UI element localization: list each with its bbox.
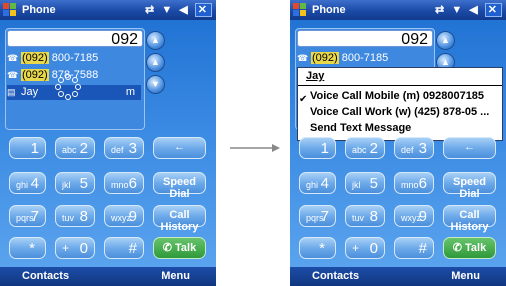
talk-button[interactable]: ✆ Talk [443,237,496,259]
key-4[interactable]: ghi 4 [9,172,46,194]
menu-softkey[interactable]: Menu [161,270,190,282]
key-7[interactable]: pqrs 7 [299,205,336,227]
backspace-button[interactable]: ← [153,137,206,159]
status-icons[interactable]: ⇄ ▼ ◀ ✕ [145,3,212,17]
scroll-up-icon[interactable]: ▲ [436,31,455,50]
phone-screen-after: Phone ⇄ ▼ ◀ ✕ 092 ▲ ▲ ☎ (092) 800-7185 Ja… [290,0,506,286]
phone-entry-icon: ☎ [7,70,19,80]
contacts-softkey[interactable]: Contacts [312,270,359,282]
phone-screen-before: Phone ⇄ ▼ ◀ ✕ 092 ▲ ▲ ▼ ☎ (092) 800-7185 … [0,0,216,286]
key-1[interactable]: 1 [299,137,336,159]
list-item[interactable]: ☎ (092) 878-7588 [7,68,98,83]
contacts-softkey[interactable]: Contacts [22,270,69,282]
phone-entry-icon: ☎ [7,53,19,63]
key-5[interactable]: jkl 5 [55,172,95,194]
check-icon: ✔ [299,94,308,105]
menu-item-send-text-message[interactable]: Send Text Message [310,122,411,134]
call-history-button[interactable]: Call History [443,205,496,233]
page-up-icon[interactable]: ▲ [146,53,165,72]
key-0[interactable]: +0 [55,237,95,259]
app-title: Phone [312,4,346,16]
key-6[interactable]: mno 6 [394,172,434,194]
phone-icon: ✆ [162,242,176,254]
key-2[interactable]: abc 2 [345,137,385,159]
page-down-icon[interactable]: ▼ [146,75,165,94]
menu-separator [298,85,502,86]
contact-card-icon: ▤ [7,87,16,97]
scroll-up-icon[interactable]: ▲ [146,31,165,50]
status-icons[interactable]: ⇄ ▼ ◀ ✕ [435,3,502,17]
key-8[interactable]: tuv 8 [345,205,385,227]
transition-arrow-icon [230,144,280,152]
list-item[interactable]: ☎ (092) 800-7185 [297,51,388,66]
key-hash[interactable]: # [104,237,144,259]
talk-button[interactable]: ✆ Talk [153,237,206,259]
key-8[interactable]: tuv 8 [55,205,95,227]
start-logo-icon[interactable] [3,3,17,17]
speed-dial-button[interactable]: Speed Dial [443,172,496,200]
close-icon[interactable]: ✕ [484,3,502,17]
tap-and-hold-indicator [55,74,81,100]
speed-dial-button[interactable]: Speed Dial [153,172,206,200]
key-0[interactable]: +0 [345,237,385,259]
dialed-number-field[interactable]: 092 [297,30,433,48]
key-1[interactable]: 1 [9,137,46,159]
menu-item-voice-call-mobile[interactable]: Voice Call Mobile (m) 0928007185 [310,90,484,102]
title-bar: Phone ⇄ ▼ ◀ ✕ [290,0,506,20]
key-2[interactable]: abc 2 [55,137,95,159]
key-hash[interactable]: # [394,237,434,259]
app-title: Phone [22,4,56,16]
title-bar: Phone ⇄ ▼ ◀ ✕ [0,0,216,20]
phone-entry-icon: ☎ [297,53,309,63]
key-3[interactable]: def 3 [394,137,434,159]
key-star[interactable]: * [299,237,336,259]
key-7[interactable]: pqrs 7 [9,205,46,227]
list-item[interactable]: ☎ (092) 800-7185 [7,51,98,66]
call-history-button[interactable]: Call History [153,205,206,233]
phone-icon: ✆ [452,242,466,254]
dialed-number-field[interactable]: 092 [7,30,143,48]
start-logo-icon[interactable] [293,3,307,17]
key-9[interactable]: wxyz 9 [104,205,144,227]
menu-header-contact[interactable]: Jay [298,70,502,84]
menu-item-voice-call-work[interactable]: Voice Call Work (w) (425) 878-05 ... [310,106,489,118]
softkey-bar: Contacts Menu [0,267,216,286]
key-3[interactable]: def 3 [104,137,144,159]
context-menu: Jay ✔ Voice Call Mobile (m) 0928007185 V… [297,67,503,141]
key-4[interactable]: ghi 4 [299,172,336,194]
key-9[interactable]: wxyz 9 [394,205,434,227]
close-icon[interactable]: ✕ [194,3,212,17]
key-5[interactable]: jkl 5 [345,172,385,194]
softkey-bar: Contacts Menu [290,267,506,286]
backspace-button[interactable]: ← [443,137,496,159]
key-star[interactable]: * [9,237,46,259]
menu-softkey[interactable]: Menu [451,270,480,282]
key-6[interactable]: mno 6 [104,172,144,194]
